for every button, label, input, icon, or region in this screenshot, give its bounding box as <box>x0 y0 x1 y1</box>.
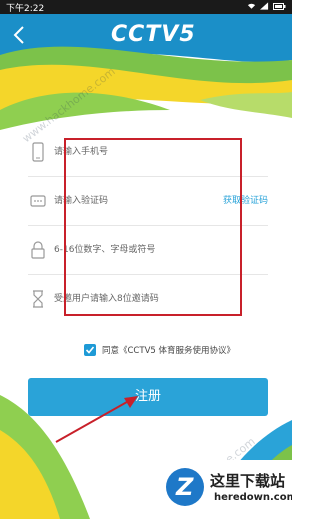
agreement-text[interactable]: 同意《CCTV5 体育服务使用协议》 <box>102 344 235 356</box>
phone-input[interactable] <box>54 142 214 162</box>
hourglass-icon <box>33 290 43 308</box>
cctv5-logo: CCTV5 <box>111 22 196 47</box>
agreement-row: 同意《CCTV5 体育服务使用协议》 <box>84 342 235 358</box>
invite-code-input[interactable] <box>54 289 214 309</box>
message-icon <box>30 195 46 207</box>
agree-checkbox[interactable] <box>84 344 96 356</box>
password-input[interactable] <box>54 240 214 260</box>
heredown-title: 这里下载站 <box>210 472 286 490</box>
check-icon <box>85 346 95 354</box>
invite-row <box>28 275 268 323</box>
signal-icon <box>260 2 269 10</box>
code-row: 获取验证码 <box>28 177 268 226</box>
status-bar: 下午2:22 <box>0 0 292 14</box>
battery-icon <box>273 2 286 10</box>
phone-row <box>28 128 268 177</box>
code-input[interactable] <box>54 191 214 211</box>
status-icons <box>247 2 286 10</box>
password-row <box>28 226 268 275</box>
back-arrow-icon[interactable] <box>10 24 30 46</box>
header: CCTV5 <box>0 14 292 58</box>
register-screen: 下午2:22 CCTV5 www.hackhome.com www.hackho… <box>0 0 292 519</box>
get-code-button[interactable]: 获取验证码 <box>223 193 268 206</box>
phone-icon <box>32 142 44 162</box>
red-arrow-annotation <box>55 396 138 443</box>
status-time: 下午2:22 <box>6 4 45 14</box>
heredown-url: heredown.com <box>214 492 292 503</box>
heredown-watermark: Z 这里下载站 heredown.com <box>160 460 292 519</box>
heredown-logo-icon: Z <box>166 468 204 506</box>
wifi-icon <box>247 3 256 9</box>
lock-icon <box>31 241 45 259</box>
